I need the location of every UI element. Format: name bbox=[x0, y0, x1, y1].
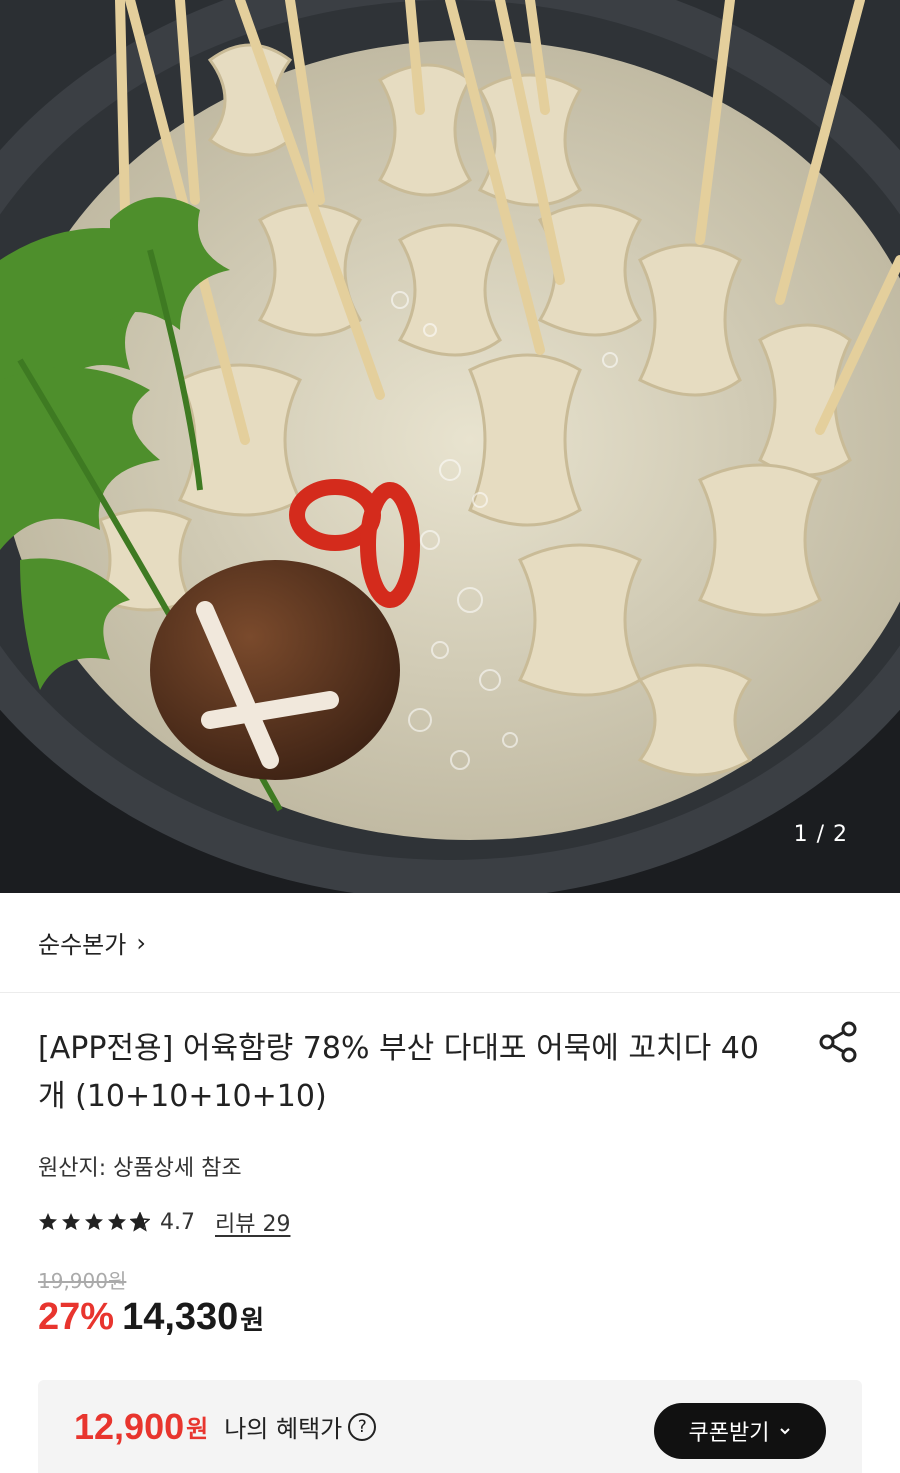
review-count-link[interactable]: 리뷰 29 bbox=[215, 1206, 290, 1238]
product-image-gallery[interactable]: 1 / 2 bbox=[0, 0, 900, 893]
product-title: [APP전용] 어육함량 78% 부산 다대포 어묵에 꼬치다 40개 (10+… bbox=[38, 1031, 759, 1114]
product-image bbox=[0, 0, 900, 893]
rating-stars bbox=[38, 1212, 150, 1232]
brand-link[interactable]: 순수본가 › bbox=[0, 893, 900, 993]
origin-text: 원산지: 상품상세 참조 bbox=[38, 1156, 242, 1181]
gallery-page-indicator: 1 / 2 bbox=[793, 822, 848, 847]
coupon-button-label: 쿠폰받기 bbox=[688, 1421, 770, 1446]
benefit-price-box: 12,900 원 나의 혜택가 ? 쿠폰받기 bbox=[38, 1380, 862, 1473]
get-coupon-button[interactable]: 쿠폰받기 bbox=[654, 1403, 826, 1459]
brand-name: 순수본가 bbox=[38, 931, 127, 959]
chevron-right-icon: › bbox=[136, 928, 146, 957]
rating-row: 4.7 리뷰 29 bbox=[38, 1206, 290, 1238]
half-star-icon bbox=[130, 1212, 150, 1232]
share-button[interactable] bbox=[814, 1018, 862, 1066]
product-title-block: [APP전용] 어육함량 78% 부산 다대포 어묵에 꼬치다 40개 (10+… bbox=[38, 1025, 778, 1121]
discount-rate: 27% bbox=[38, 1296, 115, 1338]
chevron-down-icon bbox=[780, 1428, 791, 1435]
share-icon bbox=[819, 1021, 857, 1063]
star-icon bbox=[85, 1213, 103, 1230]
benefit-price-unit: 원 bbox=[186, 1415, 209, 1443]
benefit-price: 12,900 bbox=[74, 1405, 185, 1447]
question-circle-icon[interactable]: ? bbox=[348, 1412, 377, 1441]
rating-value: 4.7 bbox=[160, 1209, 195, 1235]
sale-price-unit: 원 bbox=[240, 1306, 265, 1336]
price-row: 27% 14,330 원 bbox=[38, 1296, 264, 1339]
original-price: 19,900원 bbox=[38, 1269, 127, 1293]
benefit-label: 나의 혜택가 bbox=[224, 1415, 343, 1443]
star-icon bbox=[108, 1213, 126, 1230]
star-icon bbox=[62, 1213, 80, 1230]
star-icon bbox=[39, 1213, 57, 1230]
sale-price: 14,330 bbox=[122, 1296, 239, 1338]
